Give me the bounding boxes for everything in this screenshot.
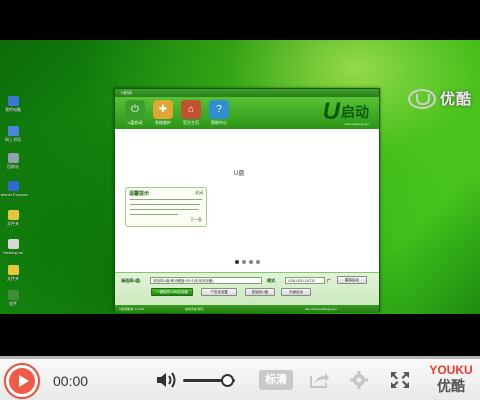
custom-settings-button[interactable]: 个性化设置 (201, 288, 237, 296)
desktop-icon-label: 回收站 (7, 164, 19, 169)
tip-text-line (130, 199, 202, 200)
toolbar-button-label: 官方主页 (183, 120, 199, 125)
quality-button[interactable]: 标清 (259, 370, 293, 390)
desktop-icon-label: 程序 (9, 301, 17, 306)
app-footer: 请选择U盘: 请选择U盘/移动硬盘/SD卡(未找到设备) 模式: USB-HDD… (115, 272, 379, 313)
settings-gear-icon[interactable] (348, 370, 370, 390)
play-button[interactable] (4, 363, 40, 399)
status-website: http://www.uqidong.com (305, 307, 337, 311)
desktop-icon-label: Desktop.ini (3, 250, 23, 255)
status-scheme: 启动方案:默认 (185, 307, 204, 311)
video-player-page: 优酷 我的电脑网上邻居回收站 Internet Explorer 文件夹 Deskto… (0, 0, 480, 400)
desktop-icon-glyph (7, 126, 19, 136)
youku-watermark: 优酷 (407, 88, 472, 109)
logo-letter: U (322, 98, 340, 125)
help-icon: ? (209, 100, 229, 119)
desktop-icon-glyph (7, 181, 19, 191)
tip-text-line (130, 204, 200, 205)
tools-icon: ✚ (153, 100, 173, 119)
status-version: U启动版本: 5.1.0.0 (119, 307, 145, 311)
power-icon: ⏻ (125, 100, 145, 119)
app-header: ⏻ U盘启动 ✚ 系统维护 ⌂ 官方主页? 帮助中心 U 启动 www.uqidong.co… (115, 97, 379, 129)
app-title: U启动 (121, 90, 132, 95)
desktop-icon[interactable]: 文件夹 (2, 210, 24, 227)
init-disk-button[interactable]: 初始化U盘 (245, 288, 275, 296)
desktop-icon-label: 网上邻居 (5, 137, 21, 142)
tip-title: 温馨提示 (129, 191, 150, 197)
tip-text-line (130, 214, 178, 215)
toolbar-button-label: U盘启动 (127, 120, 143, 125)
app-statusbar: U启动版本: 5.1.0.0 启动方案:默认 http://www.uqidon… (115, 305, 379, 313)
desktop-icon[interactable]: 回收站 (2, 153, 24, 170)
logo-text: 启动 (341, 104, 369, 120)
tip-close-button[interactable]: 关闭 (195, 190, 203, 196)
desktop-icon[interactable]: 文件夹 (2, 265, 24, 282)
body-text: U盘 (234, 171, 245, 177)
toolbar-button-power[interactable]: ⏻ U盘启动 (121, 100, 149, 127)
desktop-icon-glyph (7, 153, 19, 163)
upgrade-boot-button[interactable]: 升级启动 (281, 288, 311, 296)
carousel-dot[interactable] (249, 260, 253, 264)
toolbar-button-home[interactable]: ⌂ 官方主页 (177, 100, 205, 127)
app-titlebar: U启动 (115, 89, 379, 97)
desktop-icon-glyph (7, 96, 19, 106)
fullscreen-icon[interactable] (389, 370, 411, 390)
watermark-text: 优酷 (439, 91, 472, 108)
desktop-icon-glyph (7, 290, 19, 300)
tip-panel: 温馨提示 关闭 下一条 (125, 187, 207, 227)
home-icon: ⌂ (181, 100, 201, 119)
desktop-icon-glyph (7, 239, 19, 249)
toolbar-button-help[interactable]: ? 帮助中心 (205, 100, 233, 127)
play-icon (9, 368, 35, 394)
simulate-boot-button[interactable]: 模拟启动 (337, 276, 367, 284)
desktop-icon[interactable]: 我的电脑 (2, 96, 24, 113)
volume-slider-knob[interactable] (220, 374, 234, 387)
desktop-icon-glyph (7, 210, 19, 220)
letterbox-top (0, 0, 480, 40)
letterbox-bottom (0, 314, 480, 358)
desktop-icon-label: 文件夹 (7, 276, 19, 281)
make-boot-disk-button[interactable]: 一键制作USB启动盘 (151, 288, 193, 296)
youku-brand[interactable]: YOUKU 优酷 (428, 363, 474, 396)
disk-select[interactable]: 请选择U盘/移动硬盘/SD卡(未找到设备) (150, 277, 262, 284)
toolbar-button-label: 系统维护 (155, 120, 171, 125)
player-controls: 00:00 标清 YOUKU 优酷 (0, 356, 480, 400)
app-logo: U 启动 www.uqidong.com (322, 98, 369, 127)
toolbar-button-label: 帮助中心 (211, 120, 227, 125)
desktop-icon-label: Internet Explorer (0, 192, 28, 197)
disk-label: 请选择U盘: (121, 278, 142, 283)
mode-label: 模式: (267, 278, 277, 283)
carousel-dots (235, 260, 260, 264)
carousel-dot[interactable] (235, 260, 239, 264)
carousel-dot[interactable] (256, 260, 260, 264)
extra-label: 广 (327, 278, 331, 283)
share-icon[interactable] (308, 370, 330, 390)
logo-subtitle: www.uqidong.com (344, 122, 369, 126)
carousel-dot[interactable] (242, 260, 246, 264)
desktop-icon-label: 文件夹 (7, 221, 19, 226)
desktop-icon[interactable]: 程序 (2, 290, 24, 307)
progress-bar[interactable] (0, 356, 480, 359)
toolbar-button-tools[interactable]: ✚ 系统维护 (149, 100, 177, 127)
desktop-icon[interactable]: 网上邻居 (2, 126, 24, 143)
desktop-icon-label: 我的电脑 (5, 107, 21, 112)
app-window: U启动 ⏻ U盘启动 ✚ 系统维护 ⌂ 官方主页? 帮助中心 U 启动 www.uqidon… (114, 88, 380, 313)
youku-logo-icon (407, 88, 436, 109)
desktop-icon[interactable]: Desktop.ini (2, 239, 24, 255)
tip-text-line (130, 209, 198, 210)
video-frame[interactable]: 优酷 我的电脑网上邻居回收站 Internet Explorer 文件夹 Deskto… (0, 40, 480, 314)
volume-icon[interactable] (155, 371, 177, 389)
youku-brand-en: YOUKU (429, 363, 473, 377)
desktop-icon[interactable]: Internet Explorer (0, 181, 28, 197)
tip-next-link[interactable]: 下一条 (190, 217, 202, 223)
app-body: U盘 温馨提示 关闭 下一条 (118, 130, 376, 272)
current-time: 00:00 (53, 373, 89, 389)
mode-select[interactable]: USB-HDD-FAT32 (285, 277, 325, 284)
desktop-icon-glyph (7, 265, 19, 275)
youku-brand-cn: 优酷 (437, 378, 465, 394)
